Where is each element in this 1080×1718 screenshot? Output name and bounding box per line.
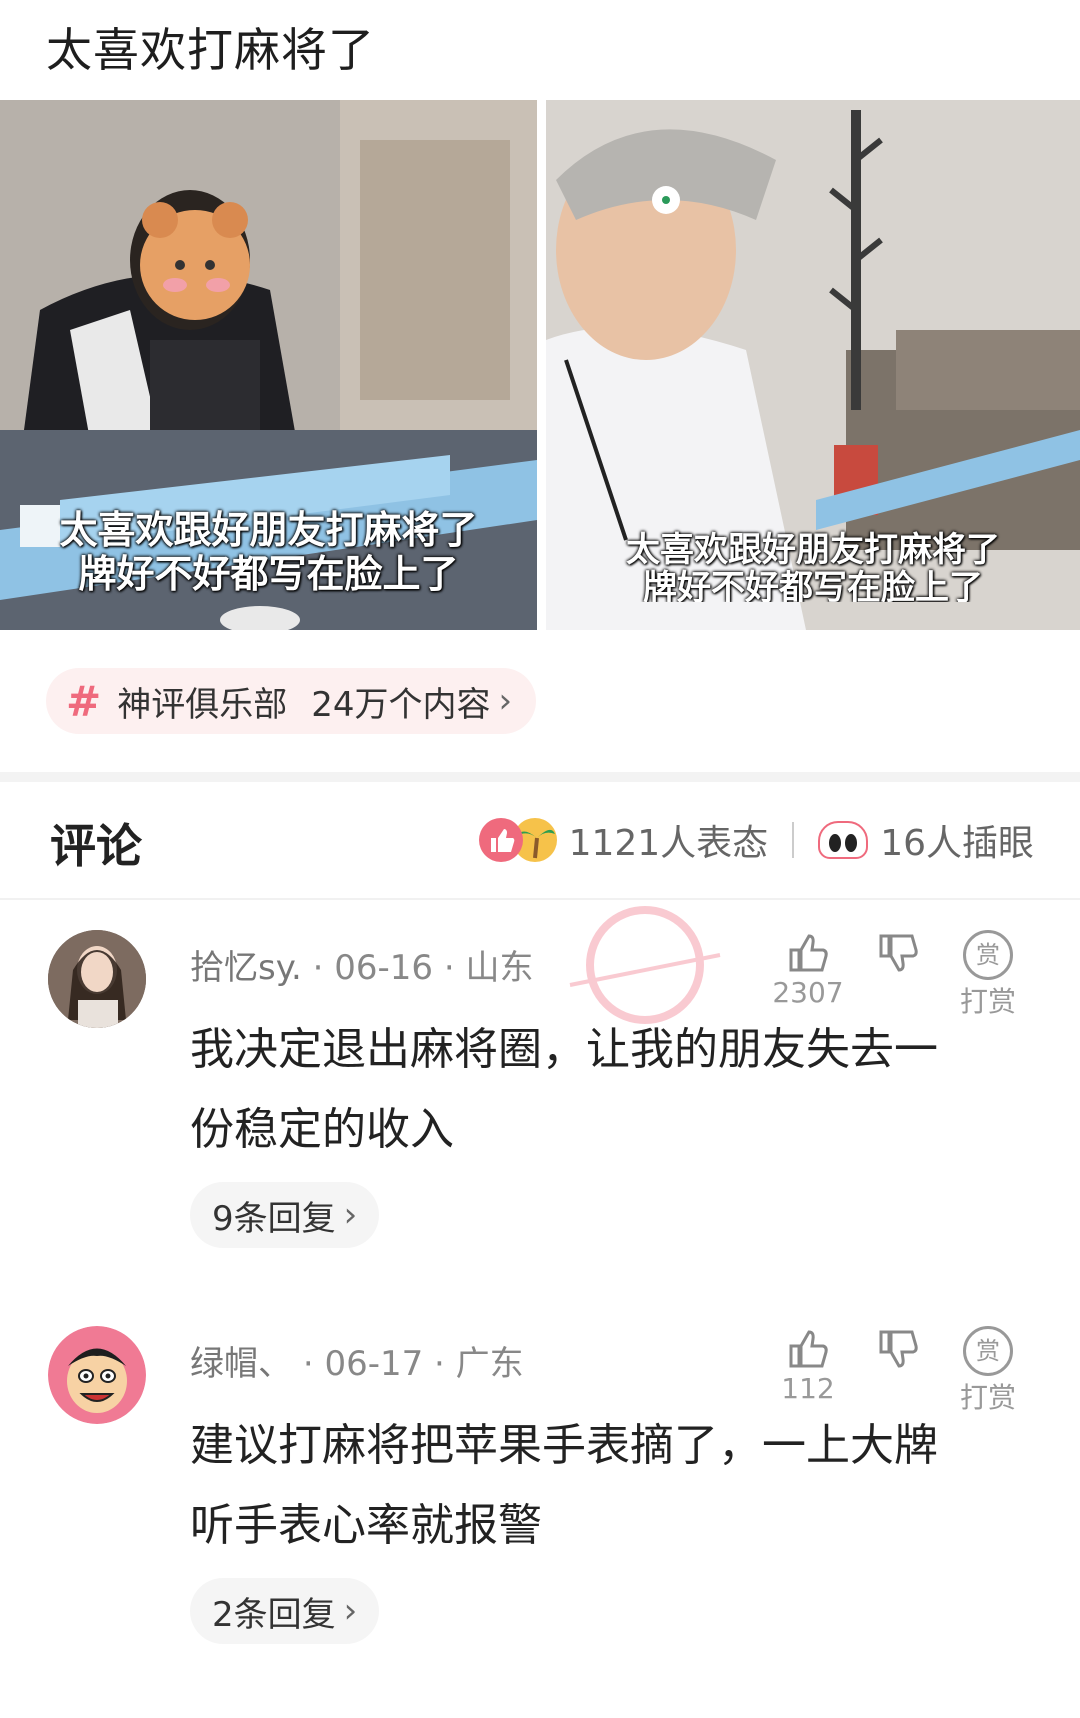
reactions-count: 1121人表态 bbox=[568, 823, 769, 864]
replies-count: 9条回复 bbox=[212, 1198, 336, 1239]
thumbs-up-icon bbox=[789, 1330, 828, 1368]
comment-meta: 拾忆sy. · 06-16 · 山东 bbox=[190, 940, 533, 989]
comment-username[interactable]: 绿帽、 bbox=[190, 1344, 292, 1384]
eyes-icon bbox=[818, 821, 869, 859]
comment-text-line: 我决定退出麻将圈，让我的朋友失去一 bbox=[190, 1024, 938, 1075]
comment-text-line: 建议打麻将把苹果手表摘了，一上大牌 bbox=[190, 1420, 938, 1471]
like-count: 112 bbox=[781, 1372, 835, 1405]
avatar[interactable] bbox=[48, 930, 146, 1028]
comment-item: 绿帽、 · 06-17 · 广东 112 赏 打赏 建议打麻将把苹果手表摘了，一… bbox=[0, 1326, 1080, 1686]
thumbs-down-icon bbox=[879, 1330, 918, 1368]
topic-tag[interactable]: # 神评俱乐部 24万个内容 › bbox=[46, 668, 537, 734]
comments-title: 评论 bbox=[50, 819, 142, 873]
like-button[interactable]: 2307 bbox=[768, 930, 848, 1009]
comment-location: 广东 bbox=[455, 1344, 524, 1384]
comment-date: 06-16 bbox=[334, 948, 434, 988]
avatar[interactable] bbox=[48, 1326, 146, 1424]
reaction-summary[interactable]: 1121人表态 16人插眼 bbox=[478, 814, 1034, 866]
chevron-right-icon: › bbox=[343, 1591, 358, 1631]
meta-separator: · bbox=[434, 1344, 445, 1384]
comment-text-line: 份稳定的收入 bbox=[190, 1104, 454, 1155]
chevron-right-icon: › bbox=[343, 1195, 358, 1235]
caption-left-line1: 太喜欢跟好朋友打麻将了 bbox=[59, 508, 478, 552]
caption-left-line2: 牌好不好都写在脸上了 bbox=[78, 552, 459, 596]
chevron-right-icon: › bbox=[498, 681, 513, 721]
comment-text-line: 听手表心率就报警 bbox=[190, 1500, 542, 1551]
replies-button[interactable]: 9条回复 › bbox=[190, 1182, 380, 1248]
reward-button[interactable]: 赏 打赏 bbox=[948, 1326, 1028, 1416]
replies-button[interactable]: 2条回复 › bbox=[190, 1578, 380, 1644]
post-image-right[interactable]: 太喜欢跟好朋友打麻将了 牌好不好都写在脸上了 bbox=[546, 100, 1080, 630]
post-title: 太喜欢打麻将了 bbox=[46, 23, 375, 77]
header-divider bbox=[0, 898, 1080, 900]
post-image-left[interactable]: 太喜欢跟好朋友打麻将了 牌好不好都写在脸上了 bbox=[0, 100, 537, 630]
post-images[interactable]: 太喜欢跟好朋友打麻将了 牌好不好都写在脸上了 太喜欢跟好朋友打麻将了 牌好不好都… bbox=[0, 100, 1080, 630]
reward-icon: 赏 bbox=[963, 930, 1013, 980]
like-count: 2307 bbox=[772, 976, 844, 1009]
header-separator bbox=[792, 822, 795, 858]
topic-count: 24万个内容 bbox=[311, 684, 491, 725]
caption-right-line2: 牌好不好都写在脸上了 bbox=[643, 568, 983, 602]
comment-item: 拾忆sy. · 06-16 · 山东 2307 赏 打赏 我决定退出麻将圈，让我… bbox=[0, 930, 1080, 1270]
reward-icon: 赏 bbox=[963, 1326, 1013, 1376]
like-reaction-icon bbox=[478, 818, 523, 862]
hash-icon: # bbox=[66, 676, 102, 726]
replies-count: 2条回复 bbox=[212, 1594, 336, 1635]
thumbs-down-icon bbox=[879, 934, 918, 972]
comment-text: 建议打麻将把苹果手表摘了，一上大牌 听手表心率就报警 bbox=[190, 1406, 1030, 1566]
comment-username[interactable]: 拾忆sy. bbox=[190, 948, 302, 988]
thumbs-up-icon bbox=[789, 934, 828, 972]
comment-text: 我决定退出麻将圈，让我的朋友失去一 份稳定的收入 bbox=[190, 1010, 1030, 1170]
meta-separator: · bbox=[312, 948, 324, 988]
dislike-button[interactable] bbox=[858, 1326, 938, 1372]
meta-separator: · bbox=[443, 948, 455, 988]
meta-separator: · bbox=[302, 1344, 314, 1384]
like-button[interactable]: 112 bbox=[768, 1326, 848, 1405]
section-divider bbox=[0, 772, 1080, 782]
dislike-button[interactable] bbox=[858, 930, 938, 976]
comments-header: 评论 1121人表态 16人插眼 bbox=[0, 800, 1080, 890]
topic-name: 神评俱乐部 bbox=[117, 684, 288, 725]
eyes-count: 16人插眼 bbox=[880, 823, 1034, 864]
comment-meta: 绿帽、 · 06-17 · 广东 bbox=[190, 1336, 524, 1385]
comment-location: 山东 bbox=[465, 948, 534, 988]
comment-date: 06-17 bbox=[324, 1344, 424, 1384]
reward-button[interactable]: 赏 打赏 bbox=[948, 930, 1028, 1020]
